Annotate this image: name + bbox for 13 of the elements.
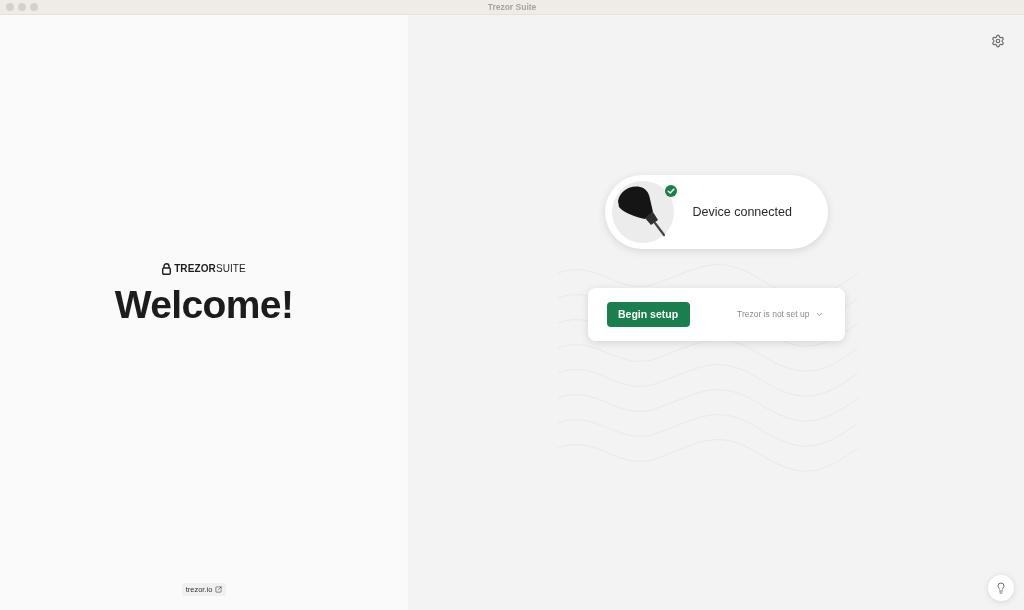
welcome-heading: Welcome! (114, 284, 294, 324)
window-title: Trezor Suite (487, 2, 537, 12)
logo-text: TREZORSUITE (174, 263, 246, 274)
begin-setup-button[interactable]: Begin setup (606, 301, 690, 327)
settings-icon (991, 34, 1005, 48)
device-illustration (611, 180, 674, 243)
lightbulb-icon (995, 582, 1007, 594)
tips-button[interactable] (988, 575, 1014, 601)
device-status-text: Device connected (692, 204, 792, 219)
setup-status-toggle[interactable]: Trezor is not set up (737, 309, 824, 319)
external-link-icon (215, 586, 223, 593)
lock-icon (162, 262, 172, 275)
settings-button[interactable] (991, 34, 1005, 48)
